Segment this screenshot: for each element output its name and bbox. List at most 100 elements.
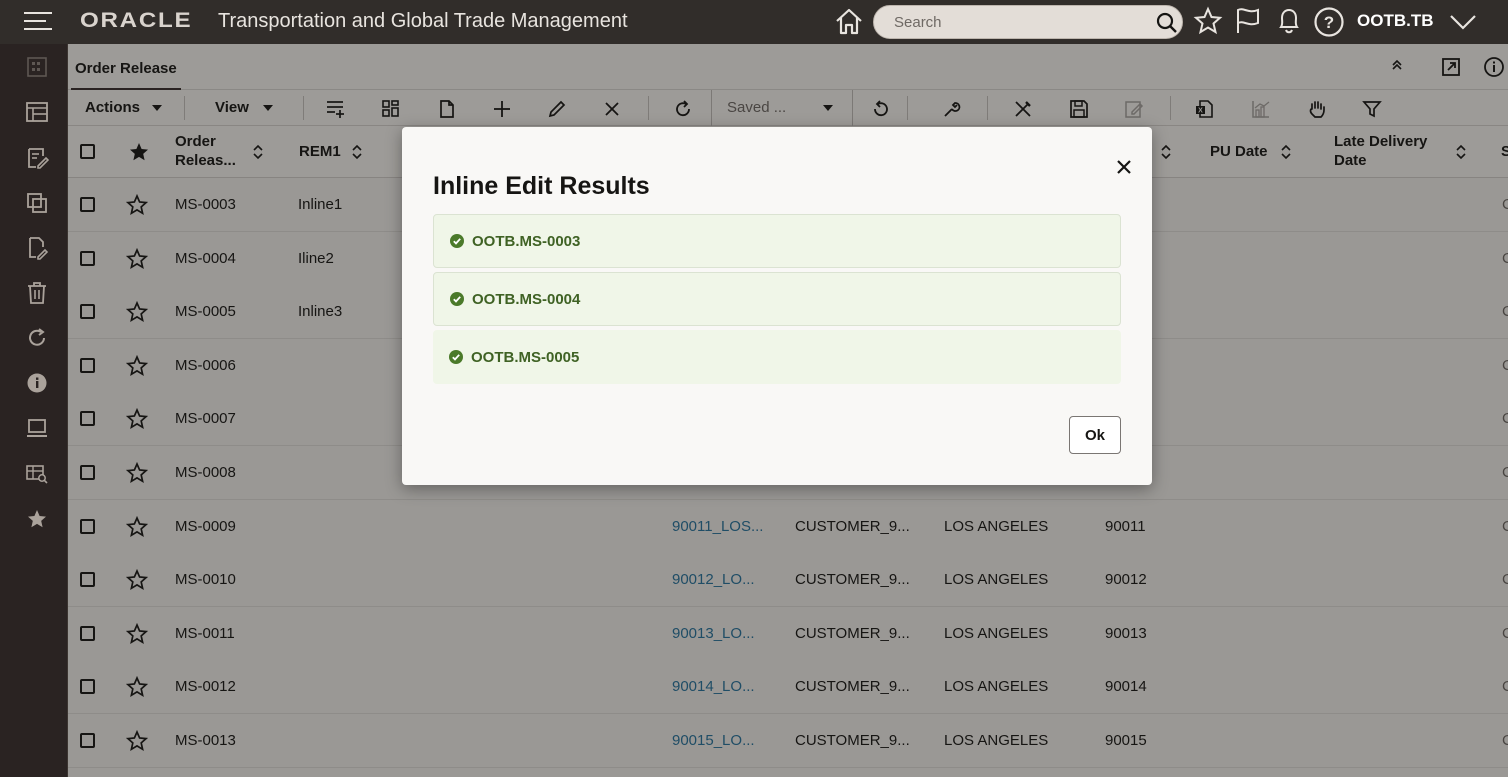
row-checkbox[interactable] xyxy=(80,250,95,266)
table-row[interactable]: MS-0012 90014_LO... CUSTOMER_9... LOS ANGEL… xyxy=(68,660,1508,715)
location-link[interactable]: 90012_LO... xyxy=(672,571,755,588)
edit-document-icon[interactable] xyxy=(24,235,50,261)
user-menu-label[interactable]: OOTB.TB xyxy=(1357,11,1434,31)
hamburger-menu-icon[interactable] xyxy=(24,12,52,32)
row-checkbox[interactable] xyxy=(80,304,95,320)
new-document-icon[interactable] xyxy=(436,98,458,120)
order-release-id-cell: MS-0003 xyxy=(175,196,236,213)
info-icon[interactable] xyxy=(24,370,50,396)
row-checkbox[interactable] xyxy=(80,733,95,748)
customer-cell: CUSTOMER_9... xyxy=(795,624,910,642)
table-row[interactable]: MS-0009 90011_LOS... CUSTOMER_9... LOS ANGE… xyxy=(68,499,1508,554)
sort-icon[interactable] xyxy=(251,143,265,166)
table-view-icon[interactable] xyxy=(24,99,50,125)
favorite-star-icon[interactable] xyxy=(125,247,149,275)
copy-icon[interactable] xyxy=(24,190,50,216)
row-checkbox[interactable] xyxy=(80,465,95,480)
flag-icon[interactable] xyxy=(1234,6,1262,41)
tab-order-release[interactable]: Order Release xyxy=(71,44,181,90)
location-link[interactable]: 90015_LO... xyxy=(672,732,755,749)
caret-down-icon[interactable] xyxy=(263,105,273,111)
favorites-star-icon[interactable] xyxy=(1193,6,1223,41)
favorite-star-icon[interactable] xyxy=(125,354,149,382)
table-row[interactable]: MS-0011 90013_LO... CUSTOMER_9... LOS ANGEL… xyxy=(68,606,1508,661)
filter-icon[interactable] xyxy=(1361,98,1383,120)
sort-icon[interactable] xyxy=(350,143,364,166)
favorite-star-icon[interactable] xyxy=(125,622,149,650)
location-link[interactable]: 90014_LO... xyxy=(672,678,755,695)
column-header-pu-date[interactable]: PU Date xyxy=(1210,142,1268,161)
saved-query-select[interactable]: Saved ... xyxy=(711,90,853,126)
ok-button[interactable]: Ok xyxy=(1069,416,1121,454)
delete-trash-icon[interactable] xyxy=(24,280,50,306)
reset-icon[interactable] xyxy=(870,98,892,120)
delete-x-icon[interactable] xyxy=(601,98,623,120)
row-checkbox[interactable] xyxy=(80,197,95,212)
search-input[interactable] xyxy=(874,6,1134,38)
view-menu-button[interactable]: View xyxy=(215,99,249,116)
select-all-checkbox[interactable] xyxy=(80,144,95,159)
export-excel-icon[interactable]: X xyxy=(1193,98,1215,120)
close-icon[interactable] xyxy=(1114,157,1134,177)
help-icon[interactable]: ? xyxy=(1313,6,1345,43)
location-link[interactable]: 90011_LOS... xyxy=(672,518,763,535)
order-release-id-cell: MS-0013 xyxy=(175,732,236,749)
favorites-star-icon[interactable] xyxy=(24,506,50,532)
favorite-star-icon[interactable] xyxy=(125,408,149,435)
sort-icon[interactable] xyxy=(1159,143,1173,166)
edit-list-icon[interactable] xyxy=(24,145,50,171)
favorite-star-icon[interactable] xyxy=(125,301,149,328)
table-row[interactable]: MS-0013 90015_LO... CUSTOMER_9... LOS ANGEL… xyxy=(68,714,1508,768)
actions-menu-button[interactable]: Actions xyxy=(85,99,140,116)
table-row[interactable]: MS-0010 90012_LO... CUSTOMER_9... LOS ANGEL… xyxy=(68,553,1508,608)
search-box[interactable] xyxy=(873,5,1183,39)
laptop-icon[interactable] xyxy=(24,415,50,441)
dashboard-icon[interactable] xyxy=(24,54,50,80)
app-title: Transportation and Global Trade Manageme… xyxy=(218,10,628,32)
row-checkbox[interactable] xyxy=(80,357,95,373)
edit-pencil-icon[interactable] xyxy=(546,98,568,120)
caret-down-icon[interactable] xyxy=(152,105,162,111)
table-search-icon[interactable] xyxy=(24,461,50,487)
favorite-star-icon[interactable] xyxy=(125,515,149,543)
order-release-id-cell: MS-0010 xyxy=(175,571,236,589)
location-link[interactable]: 90013_LO... xyxy=(672,625,755,642)
hand-grab-icon[interactable] xyxy=(1306,98,1328,120)
city-cell: LOS ANGELES xyxy=(944,571,1049,589)
favorite-star-icon[interactable] xyxy=(125,569,149,596)
chevron-down-icon[interactable] xyxy=(1448,8,1478,41)
refresh-icon[interactable] xyxy=(672,98,694,120)
row-checkbox[interactable] xyxy=(80,679,95,695)
column-header-late-delivery-date[interactable]: Late Delivery Date xyxy=(1334,132,1427,170)
tools-icon[interactable] xyxy=(1012,98,1034,120)
row-checkbox[interactable] xyxy=(80,518,95,534)
row-checkbox[interactable] xyxy=(80,625,95,641)
svg-text:X: X xyxy=(1198,108,1203,115)
favorite-star-icon[interactable] xyxy=(125,676,149,703)
save-icon[interactable] xyxy=(1068,98,1090,120)
favorite-column-star-icon[interactable] xyxy=(128,141,150,168)
favorite-star-icon[interactable] xyxy=(125,193,149,221)
layout-columns-icon[interactable] xyxy=(380,98,402,120)
column-header-order-release[interactable]: Order Releas... xyxy=(175,132,236,170)
refresh-icon[interactable] xyxy=(24,325,50,351)
city-cell: LOS ANGELES xyxy=(944,732,1049,749)
row-checkbox[interactable] xyxy=(80,572,95,588)
favorite-star-icon[interactable] xyxy=(125,461,149,489)
sort-icon[interactable] xyxy=(1279,143,1293,166)
caret-down-icon[interactable] xyxy=(823,105,833,111)
info-circle-icon[interactable] xyxy=(1483,56,1505,83)
search-icon[interactable] xyxy=(1156,12,1178,39)
wrench-icon[interactable] xyxy=(941,98,963,120)
column-header-rem1[interactable]: REM1 xyxy=(299,142,341,161)
sort-icon[interactable] xyxy=(1454,143,1468,166)
row-checkbox[interactable] xyxy=(80,411,95,427)
open-external-icon[interactable] xyxy=(1440,56,1462,83)
home-icon[interactable] xyxy=(834,6,864,41)
favorite-star-icon[interactable] xyxy=(125,729,149,757)
column-header-truncated[interactable]: S xyxy=(1501,142,1508,161)
collapse-double-chevron-icon[interactable] xyxy=(1388,56,1406,79)
add-row-below-icon[interactable] xyxy=(325,98,347,120)
add-icon[interactable] xyxy=(491,98,513,120)
notifications-bell-icon[interactable] xyxy=(1275,6,1303,41)
